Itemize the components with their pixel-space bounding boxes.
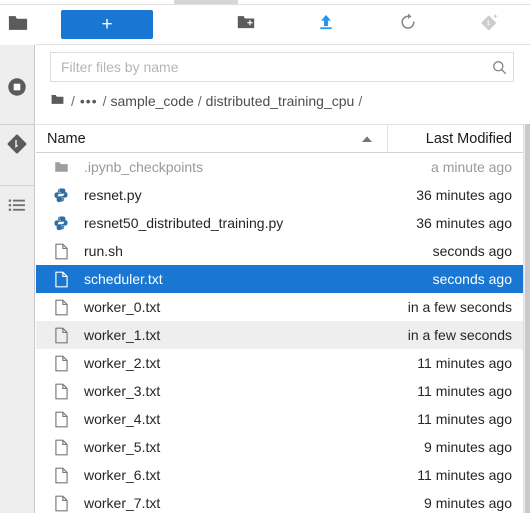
file-last-modified: a minute ago xyxy=(431,159,512,175)
upload-icon xyxy=(316,12,336,37)
refresh-button[interactable] xyxy=(383,5,433,44)
breadcrumb-separator-trailing: / xyxy=(358,93,363,109)
new-folder-icon xyxy=(236,13,256,36)
table-row[interactable]: .ipynb_checkpoints a minute ago xyxy=(36,153,523,181)
upload-files-button[interactable] xyxy=(301,5,351,44)
table-row[interactable]: run.sh seconds ago xyxy=(36,237,523,265)
sidebar-item-running-sessions[interactable] xyxy=(0,67,34,111)
vertical-scrollbar[interactable] xyxy=(523,124,530,513)
file-last-modified: 9 minutes ago xyxy=(424,495,512,511)
sidebar-item-file-browser[interactable] xyxy=(0,5,35,45)
filter-files-box[interactable] xyxy=(50,52,514,82)
table-row[interactable]: worker_2.txt 11 minutes ago xyxy=(36,349,523,377)
file-name: worker_2.txt xyxy=(84,355,161,371)
file-last-modified: 11 minutes ago xyxy=(417,383,512,399)
table-row[interactable]: resnet50_distributed_training.py 36 minut… xyxy=(36,209,523,237)
breadcrumb-home[interactable] xyxy=(50,93,67,109)
table-row[interactable]: worker_5.txt 9 minutes ago xyxy=(36,433,523,461)
file-name: .ipynb_checkpoints xyxy=(84,159,204,175)
file-list: .ipynb_checkpoints a minute ago resnet.py 3… xyxy=(36,153,523,513)
breadcrumb-ellipsis[interactable]: ••• xyxy=(79,93,99,109)
file-name: worker_5.txt xyxy=(84,439,161,455)
column-header-name-label: Name xyxy=(47,130,86,147)
table-row[interactable]: worker_6.txt 11 minutes ago xyxy=(36,461,523,489)
file-name: worker_4.txt xyxy=(84,411,161,427)
tab-stub xyxy=(174,0,238,4)
table-row[interactable]: worker_3.txt 11 minutes ago xyxy=(36,377,523,405)
file-browser-toolbar: + xyxy=(36,5,530,45)
file-last-modified: 36 minutes ago xyxy=(416,187,512,203)
column-header-last-modified[interactable]: Last Modified xyxy=(388,125,523,152)
text-file-icon xyxy=(36,355,76,372)
text-file-icon xyxy=(36,411,76,428)
breadcrumb-separator: / xyxy=(197,93,202,109)
column-header-name[interactable]: Name xyxy=(36,125,388,152)
text-file-icon xyxy=(36,271,76,288)
file-name: resnet.py xyxy=(84,187,142,203)
search-icon xyxy=(485,59,513,76)
text-file-icon xyxy=(36,467,76,484)
breadcrumb: / ••• / sample_code / distributed_traini… xyxy=(50,88,366,114)
table-row[interactable]: worker_0.txt in a few seconds xyxy=(36,293,523,321)
breadcrumb-item-sample-code[interactable]: sample_code xyxy=(111,93,194,109)
file-last-modified: 36 minutes ago xyxy=(416,215,512,231)
file-last-modified: 11 minutes ago xyxy=(417,467,512,483)
search-input[interactable] xyxy=(51,54,485,80)
new-folder-button[interactable] xyxy=(221,5,271,44)
sidebar-item-table-of-contents[interactable] xyxy=(0,185,34,229)
folder-icon xyxy=(7,13,29,38)
git-add-icon xyxy=(479,12,499,37)
text-file-icon xyxy=(36,439,76,456)
plus-icon: + xyxy=(101,14,113,35)
file-last-modified: 11 minutes ago xyxy=(417,411,512,427)
text-file-icon xyxy=(36,327,76,344)
python-file-icon xyxy=(36,187,76,203)
table-row[interactable]: worker_7.txt 9 minutes ago xyxy=(36,489,523,513)
file-name: worker_1.txt xyxy=(84,327,161,343)
new-launcher-button[interactable]: + xyxy=(61,10,153,39)
file-name: worker_0.txt xyxy=(84,299,161,315)
file-last-modified: seconds ago xyxy=(432,271,512,287)
file-name: worker_6.txt xyxy=(84,467,161,483)
list-icon xyxy=(6,194,28,221)
file-last-modified: 11 minutes ago xyxy=(417,355,512,371)
file-name: worker_7.txt xyxy=(84,495,161,511)
text-file-icon xyxy=(36,383,76,400)
python-file-icon xyxy=(36,215,76,231)
text-file-icon xyxy=(36,243,76,260)
file-last-modified: in a few seconds xyxy=(407,299,512,315)
caret-up-icon xyxy=(361,135,387,143)
file-name: resnet50_distributed_training.py xyxy=(84,215,284,231)
file-name: worker_3.txt xyxy=(84,383,161,399)
file-last-modified: seconds ago xyxy=(432,243,512,259)
file-last-modified: 9 minutes ago xyxy=(424,439,512,455)
file-list-header: Name Last Modified xyxy=(36,124,523,153)
folder-icon xyxy=(50,93,65,109)
folder-icon xyxy=(36,160,76,174)
breadcrumb-separator: / xyxy=(71,93,75,109)
text-file-icon xyxy=(36,299,76,316)
refresh-icon xyxy=(398,12,418,37)
file-name: scheduler.txt xyxy=(84,271,163,287)
file-name: run.sh xyxy=(84,243,123,259)
table-row[interactable]: worker_1.txt in a few seconds xyxy=(36,321,523,349)
new-git-checkpoint-button[interactable] xyxy=(464,5,514,44)
column-header-last-modified-label: Last Modified xyxy=(425,130,512,147)
breadcrumb-separator: / xyxy=(102,93,107,109)
activity-sidebar xyxy=(0,45,35,513)
scrollbar-thumb[interactable] xyxy=(525,124,530,513)
text-file-icon xyxy=(36,495,76,512)
table-row[interactable]: resnet.py 36 minutes ago xyxy=(36,181,523,209)
table-row[interactable]: scheduler.txt seconds ago xyxy=(36,265,523,293)
sidebar-item-git[interactable] xyxy=(0,124,34,168)
git-diamond-icon xyxy=(6,133,28,160)
stop-circle-icon xyxy=(6,76,28,103)
file-last-modified: in a few seconds xyxy=(407,327,512,343)
table-row[interactable]: worker_4.txt 11 minutes ago xyxy=(36,405,523,433)
jupyterlab-file-browser-panel: + Filter files by name / ••• / sample_co… xyxy=(0,0,530,513)
breadcrumb-item-distributed-training-cpu[interactable]: distributed_training_cpu xyxy=(206,93,355,109)
